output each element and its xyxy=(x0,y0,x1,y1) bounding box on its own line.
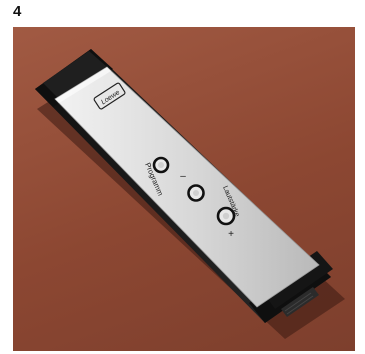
silver-panel xyxy=(54,66,320,308)
program-button[interactable] xyxy=(152,156,170,174)
volume-down-button[interactable] xyxy=(187,184,205,202)
minus-label: – xyxy=(180,171,186,182)
remote-control-illustration: Loewe Programm – Lautstärke + xyxy=(35,49,345,339)
remote-control-photo: Loewe Programm – Lautstärke + xyxy=(13,27,355,351)
figure-number: 4 xyxy=(13,3,22,20)
volume-up-button[interactable] xyxy=(216,206,236,226)
plus-label: + xyxy=(228,229,234,240)
